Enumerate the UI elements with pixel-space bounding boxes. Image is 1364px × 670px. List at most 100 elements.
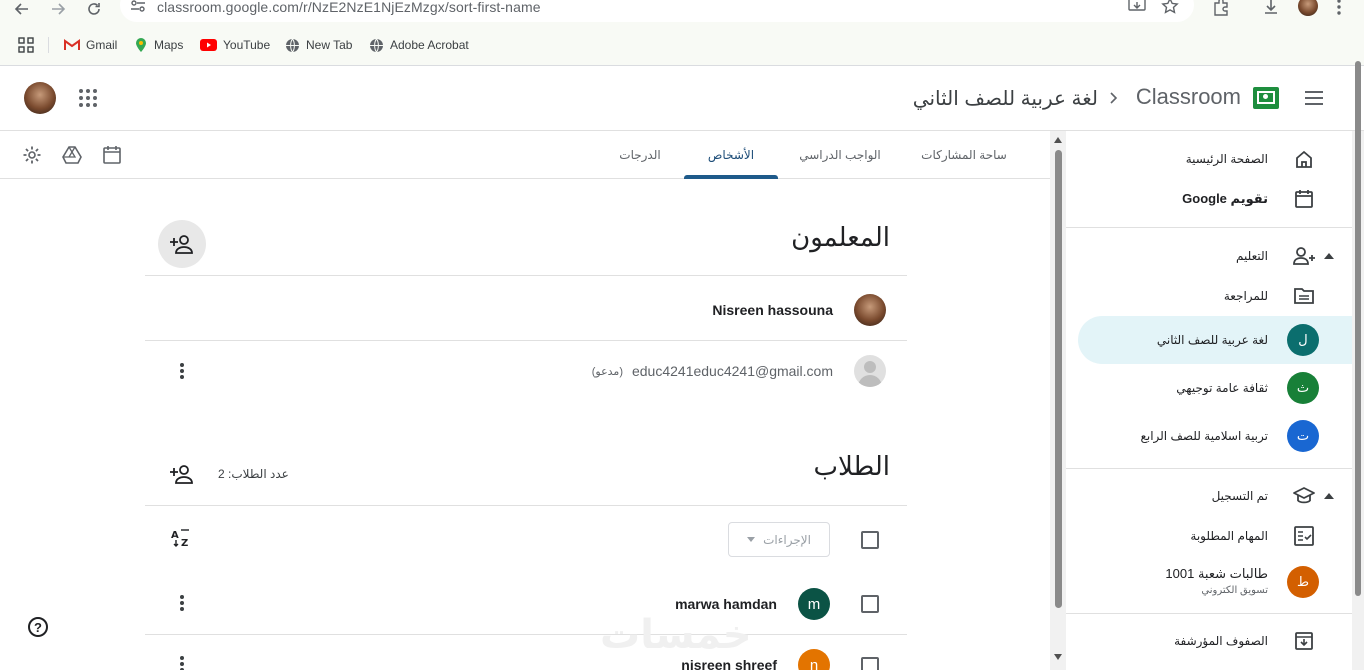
site-info-icon[interactable] — [130, 0, 146, 13]
archive-icon — [1292, 629, 1316, 653]
people-icon — [1292, 244, 1316, 268]
tab-classwork[interactable]: الواجب الدراسي — [790, 131, 890, 179]
student-name: marwa hamdan — [675, 596, 777, 612]
bookmark-youtube[interactable]: YouTube — [200, 37, 270, 53]
apps-grid-icon — [18, 37, 34, 53]
drive-icon — [62, 146, 82, 164]
student-row[interactable]: n nisreen shreef — [145, 635, 907, 670]
bookmark-maps[interactable]: Maps — [134, 37, 183, 53]
extensions-icon[interactable] — [1212, 0, 1230, 16]
sidebar-item-todo[interactable]: المهام المطلوبة — [1066, 512, 1352, 560]
tab-stream[interactable]: ساحة المشاركات — [912, 131, 1016, 179]
watermark-text: خمسات — [600, 613, 752, 657]
collapse-arrow-icon[interactable] — [1324, 493, 1334, 499]
sidebar-class-item[interactable]: ث ثقافة عامة توجيهي — [1066, 364, 1352, 412]
bookmark-label: New Tab — [306, 38, 353, 52]
calendar-icon — [103, 146, 121, 164]
student-row[interactable]: m marwa hamdan — [145, 572, 907, 634]
sidebar-item-archived[interactable]: الصفوف المؤرشفة — [1066, 617, 1352, 665]
class-avatar: ت — [1287, 420, 1319, 452]
sidebar-divider — [1066, 613, 1352, 614]
add-person-icon — [170, 235, 193, 254]
scroll-up-icon — [1054, 137, 1062, 143]
tab-label: الدرجات — [619, 148, 661, 162]
class-avatar: ل — [1287, 324, 1319, 356]
bookmark-star-icon[interactable] — [1161, 0, 1179, 15]
sort-az-button[interactable]: AZ — [171, 528, 193, 548]
sidebar-class-item[interactable]: ت تربية اسلامية للصف الرابع — [1066, 412, 1352, 460]
back-button[interactable] — [8, 0, 36, 20]
sidebar-class-item[interactable]: ل لغة عربية للصف الثاني — [1066, 316, 1352, 364]
profile-avatar[interactable] — [1298, 0, 1318, 16]
bookmark-label: Maps — [154, 38, 184, 52]
sidebar-item-to-review[interactable]: للمراجعة — [1066, 272, 1352, 320]
drive-folder-button[interactable] — [62, 146, 82, 164]
tab-grades[interactable]: الدرجات — [608, 131, 672, 179]
teacher-row: Nisreen hassouna — [145, 276, 907, 340]
browser-toolbar: classroom.google.com/r/NzE2NzE1NjEzMzgx/… — [0, 0, 1364, 66]
student-menu-button[interactable] — [170, 652, 194, 670]
svg-text:A: A — [171, 530, 179, 541]
reload-button[interactable] — [80, 0, 108, 20]
address-bar[interactable]: classroom.google.com/r/NzE2NzE1NjEzMzgx/… — [120, 0, 1194, 22]
arrow-left-icon — [14, 3, 28, 15]
student-checkbox[interactable] — [861, 657, 879, 670]
course-title[interactable]: لغة عربية للصف الثاني — [913, 86, 1098, 111]
sidebar-label: للمراجعة — [1223, 289, 1268, 303]
youtube-icon — [200, 39, 217, 51]
download-icon[interactable] — [1262, 0, 1280, 16]
class-avatar: ث — [1287, 372, 1319, 404]
class-avatar-initial: ث — [1296, 380, 1310, 395]
invite-students-button[interactable] — [170, 464, 194, 484]
user-avatar[interactable] — [24, 82, 56, 114]
dropdown-arrow-icon — [747, 537, 756, 542]
url-text[interactable]: classroom.google.com/r/NzE2NzE1NjEzMzgx/… — [157, 0, 541, 15]
student-menu-button[interactable] — [170, 591, 194, 615]
globe-icon — [370, 38, 383, 52]
bookmark-adobe-acrobat[interactable]: Adobe Acrobat — [369, 37, 469, 53]
more-vert-icon — [180, 363, 184, 379]
install-app-icon[interactable] — [1128, 0, 1146, 14]
tab-people[interactable]: الأشخاص — [684, 131, 778, 179]
select-all-checkbox[interactable] — [861, 531, 879, 549]
reload-icon — [88, 3, 100, 15]
student-checkbox[interactable] — [861, 595, 879, 613]
settings-button[interactable] — [22, 145, 42, 165]
sidebar-class-item[interactable]: ط طالبات شعبة 1001 تسويق الكتروني — [1066, 558, 1352, 606]
chrome-menu-icon[interactable] — [1336, 0, 1342, 16]
classroom-brand[interactable]: Classroom — [1136, 84, 1241, 110]
class-avatar-initial: ط — [1296, 574, 1310, 589]
scroll-down-icon — [1054, 654, 1062, 660]
invite-teachers-button[interactable] — [158, 220, 206, 268]
sidebar-label: ثقافة عامة توجيهي — [1176, 381, 1268, 395]
help-button[interactable]: ? — [28, 617, 48, 637]
sidebar-scrollbar[interactable] — [1352, 61, 1364, 670]
active-tab-indicator — [684, 175, 778, 179]
bookmark-label: Adobe Acrobat — [390, 38, 469, 52]
tab-label: الأشخاص — [707, 148, 755, 162]
tab-label: ساحة المشاركات — [921, 148, 1007, 162]
forward-button[interactable] — [44, 0, 72, 20]
gmail-icon — [64, 39, 80, 50]
invited-teacher-menu-button[interactable] — [170, 359, 194, 383]
main-menu-button[interactable] — [1304, 90, 1324, 106]
sidebar-scrollbar-thumb[interactable] — [1355, 61, 1361, 596]
school-icon — [1292, 484, 1316, 508]
hamburger-icon — [1305, 91, 1323, 105]
bookmarks-divider — [48, 37, 49, 53]
classroom-logo-icon[interactable] — [1253, 87, 1279, 109]
avatar-initial: n — [809, 656, 819, 670]
navigation-sidebar: الصفحة الرئيسية تقويم Google التعليم للم… — [1066, 61, 1364, 670]
sidebar-sublabel: تسويق الكتروني — [1201, 585, 1268, 596]
apps-grid-button[interactable] — [18, 37, 34, 53]
sidebar-divider — [1066, 227, 1352, 228]
bookmark-gmail[interactable]: Gmail — [64, 37, 117, 53]
sidebar-item-calendar[interactable]: تقويم Google — [1066, 175, 1352, 223]
bookmark-new-tab[interactable]: New Tab — [285, 37, 352, 53]
calendar-button[interactable] — [103, 145, 121, 165]
scrollbar-thumb[interactable] — [1055, 150, 1062, 608]
actions-dropdown[interactable]: الإجراءات — [728, 522, 830, 557]
globe-icon — [286, 38, 299, 52]
collapse-arrow-icon[interactable] — [1324, 253, 1334, 259]
google-apps-button[interactable] — [78, 88, 98, 108]
